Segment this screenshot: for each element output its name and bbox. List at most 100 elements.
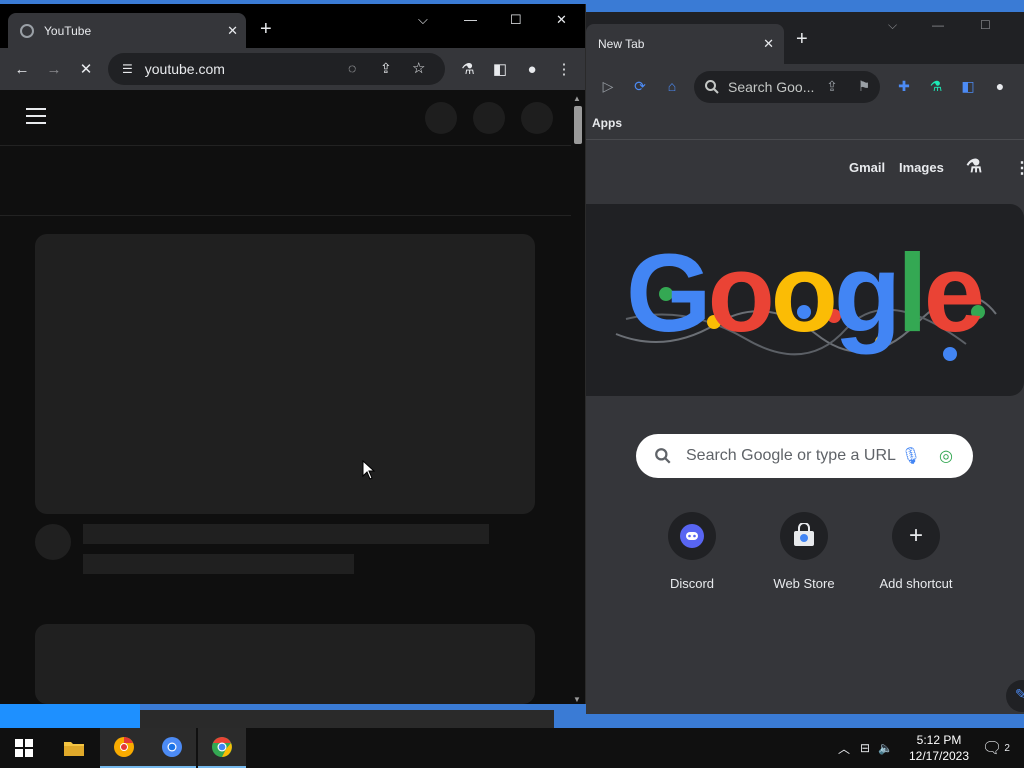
plus-icon: + [908,522,923,549]
chrome-icon [212,737,232,757]
tab-title: New Tab [598,37,645,51]
menu-kebab-icon[interactable]: ⋮ [554,59,574,79]
side-panel-icon[interactable]: ◧ [958,76,978,96]
youtube-browser-window: YouTube ✕ + ⌵ — ☐ ✕ ← → ✕ ☰ youtube.com … [0,4,586,704]
customize-chrome-button[interactable]: ✎ [1006,680,1024,712]
shortcut-label: Add shortcut [879,576,953,591]
web-store-icon-circle [780,512,828,560]
action-center-button[interactable]: 🗨 2 [982,728,1010,768]
volume-muted-icon[interactable]: 🔈 [878,741,893,755]
shortcut-label: Discord [669,576,715,591]
labs-icon[interactable]: ⚗ [458,59,478,79]
bookmark-star-icon[interactable]: ☆ [412,59,425,77]
tab-new-tab[interactable]: New Tab ✕ [586,24,784,64]
extensions-icon[interactable]: ✚ [894,76,914,96]
youtube-chip-bar [0,146,585,216]
taskbar-file-explorer[interactable] [50,728,98,768]
plus-icon-circle: + [892,512,940,560]
shortcut-add[interactable]: + Add shortcut [866,512,966,591]
scrollbar-thumb[interactable] [574,106,582,144]
youtube-header [0,90,585,146]
bookmark-icon[interactable]: ⚑ [854,76,874,96]
youtube-tabbar: YouTube ✕ + ⌵ — ☐ ✕ [0,4,585,48]
video-thumbnail-skeleton [35,234,535,514]
tab-search-chevron-icon[interactable]: ⌵ [888,18,897,33]
google-doodle[interactable]: Google [586,204,1024,396]
labs-icon[interactable]: ⚗ [926,76,946,96]
maximize-button[interactable]: ☐ [510,12,522,28]
header-placeholder-circle [473,102,505,134]
minimize-button[interactable]: — [932,18,944,32]
side-panel-icon[interactable]: ◧ [490,59,510,79]
labs-flask-icon[interactable]: ⚗ [966,156,982,177]
doodle-logo-text: Google [626,232,985,355]
notification-count: 2 [1004,742,1010,754]
notification-icon: 🗨 [982,740,1003,757]
close-tab-icon[interactable]: ✕ [763,36,774,52]
close-tab-icon[interactable]: ✕ [227,23,238,39]
forward-icon[interactable]: ▷ [598,76,618,96]
address-bar[interactable]: ☰ youtube.com ◌ ⇪ ☆ [108,53,445,85]
taskbar-chrome[interactable] [198,728,246,768]
new-tab-page: Gmail Images ⚗ ⋮ Google Search Google or [586,140,1024,714]
maximize-button[interactable]: ☐ [980,18,991,32]
share-icon[interactable]: ⇪ [822,76,842,96]
clock-date: 12/17/2023 [908,749,970,763]
site-info-icon[interactable]: ☰ [122,62,133,76]
hamburger-menu-icon[interactable] [26,108,46,129]
tab-search-chevron-icon[interactable]: ⌵ [418,12,428,28]
video-title-skeleton [83,524,489,544]
tab-youtube[interactable]: YouTube ✕ [8,13,246,48]
shortcut-web-store[interactable]: Web Store [754,512,854,591]
reload-icon[interactable]: ⟳ [630,76,650,96]
windows-logo-icon [15,739,33,757]
show-hidden-icons-chevron-icon[interactable]: ︿ [838,740,850,757]
profile-icon[interactable]: ● [990,76,1010,96]
search-icon [705,80,719,94]
stop-loading-icon[interactable]: ✕ [76,59,96,79]
images-link[interactable]: Images [899,160,944,175]
discord-icon-circle [668,512,716,560]
forward-icon[interactable]: → [44,59,64,79]
youtube-favicon-icon [20,23,34,38]
mouse-cursor-icon [362,460,376,480]
scroll-down-icon[interactable]: ▼ [573,695,581,704]
shortcut-discord[interactable]: Discord [642,512,742,591]
scroll-up-icon[interactable]: ▲ [573,94,581,103]
chromium-icon [162,737,182,757]
share-icon[interactable]: ⇪ [380,60,392,77]
google-search-box[interactable]: Search Google or type a URL 🎙 ◎ [636,434,973,478]
video-thumbnail-skeleton [35,624,535,704]
taskbar-chrome-canary[interactable] [100,728,148,768]
apps-grid-icon[interactable]: ⋮ [1014,158,1024,178]
header-placeholder-circle [425,102,457,134]
new-tab-button[interactable]: + [260,18,272,41]
shortcut-label: Web Store [773,576,835,591]
bookmark-apps[interactable]: Apps [592,116,622,130]
desktop-background-strip [0,703,140,728]
profile-icon[interactable]: ● [522,59,542,79]
web-store-icon [794,523,814,546]
video-meta-skeleton [83,554,354,574]
voice-search-icon[interactable]: 🎙 [901,446,921,466]
header-placeholder-circle [521,102,553,134]
new-tab-tabbar: New Tab ✕ + ⌵ — ☐ [586,12,1024,64]
tracking-protection-icon[interactable]: ◌ [348,60,356,76]
back-icon[interactable]: ← [12,59,32,79]
taskbar-clock[interactable]: 5:12 PM 12/17/2023 [904,732,974,764]
network-icon[interactable]: ⊟ [860,741,870,755]
taskbar-chromium[interactable] [148,728,196,768]
new-tab-button[interactable]: + [796,28,808,51]
gmail-link[interactable]: Gmail [849,160,885,175]
home-icon[interactable]: ⌂ [662,76,682,96]
pencil-icon: ✎ [1015,686,1024,702]
chrome-canary-icon [114,737,134,757]
omnibox[interactable]: Search Goo... [694,71,880,103]
youtube-toolbar: ← → ✕ ☰ youtube.com ◌ ⇪ ☆ ⚗ ◧ ● ⋮ [0,48,585,90]
minimize-button[interactable]: — [464,12,477,27]
new-tab-browser-window: New Tab ✕ + ⌵ — ☐ ▷ ⟳ ⌂ Search Goo... ⇪ … [586,12,1024,714]
close-window-button[interactable]: ✕ [556,12,567,28]
start-button[interactable] [0,728,48,768]
lens-icon[interactable]: ◎ [939,446,953,466]
page-scrollbar[interactable]: ▲ ▼ [571,94,585,704]
